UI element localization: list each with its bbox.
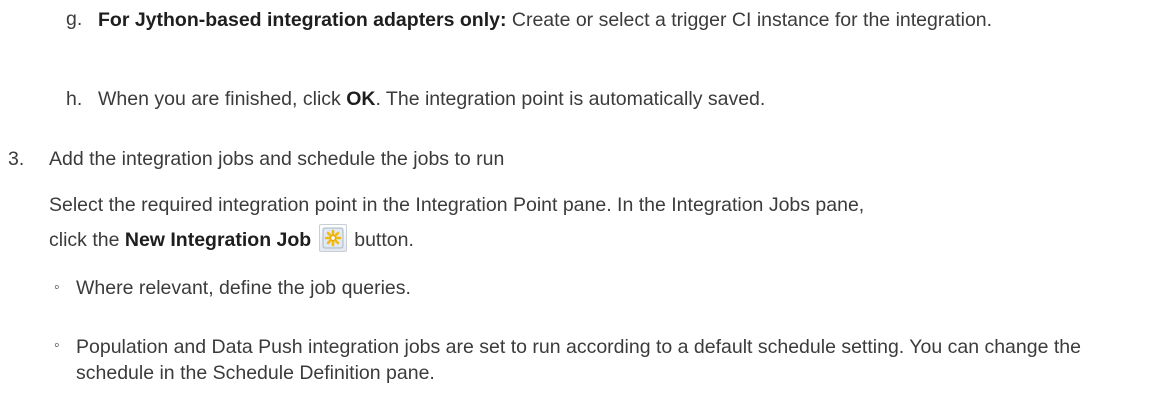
step-g: g. For Jython-based integration adapters…: [66, 7, 1148, 33]
step-3-paragraph-1: Select the required integration point in…: [49, 194, 865, 216]
para-2-after: button.: [354, 229, 414, 252]
step-h-after: . The integration point is automatically…: [375, 88, 766, 110]
step-h: h. When you are finished, click OK. The …: [66, 87, 765, 112]
bullet-marker: ◦: [54, 279, 60, 296]
step-g-marker: g.: [66, 8, 83, 30]
step-g-body: Create or select a trigger CI instance f…: [506, 9, 993, 31]
new-integration-job-icon: [319, 224, 348, 252]
bullet-marker: ◦: [54, 337, 60, 354]
new-integration-job-label: New Integration Job: [124, 229, 312, 252]
step-g-bold: For Jython-based integration adapters on…: [98, 9, 507, 31]
bullet-text: Where relevant, define the job queries.: [76, 277, 411, 299]
list-item: ◦ Population and Data Push integration j…: [54, 334, 1126, 386]
step-h-text: When you are finished, click OK. The int…: [98, 87, 765, 112]
step-3-title: Add the integration jobs and schedule th…: [49, 148, 505, 170]
step-3-paragraph-2: click the New Integration Job button.: [49, 224, 414, 255]
list-item: ◦ Where relevant, define the job queries…: [54, 276, 411, 301]
step-h-bold: OK: [346, 88, 376, 110]
step-h-marker: h.: [66, 88, 83, 110]
step-g-text: For Jython-based integration adapters on…: [98, 7, 1148, 33]
step-3: 3. Add the integration jobs and schedule…: [8, 147, 504, 172]
step-h-before: When you are finished, click: [98, 88, 347, 110]
step-3-marker: 3.: [8, 148, 25, 170]
bullet-text: Population and Data Push integration job…: [76, 336, 1081, 384]
para-2-before: click the: [49, 229, 120, 252]
